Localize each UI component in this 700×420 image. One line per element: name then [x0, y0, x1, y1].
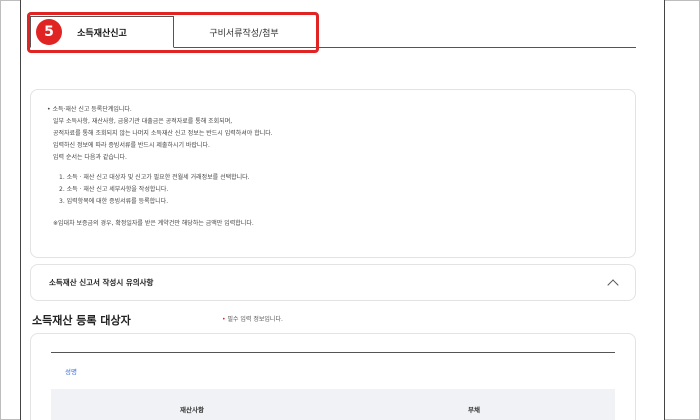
- tab-highlight-box: [27, 12, 319, 53]
- required-mark: •: [222, 316, 226, 323]
- name-field-label: 성명: [65, 368, 77, 376]
- info-steps: 1. 소득 · 재산 신고 대상자 및 신고가 필요한 전월세 거래정보를 선택…: [47, 172, 619, 208]
- required-note-text: 필수 입력 정보입니다.: [227, 316, 283, 323]
- precautions-accordion[interactable]: 소득재산 신고서 작성시 유의사항: [30, 264, 636, 301]
- info-note: ※임대차 보증금의 경우, 확정일자를 받은 계약건만 해당하는 금액만 입력합…: [53, 220, 254, 227]
- column-header-debt: 부채: [468, 406, 480, 414]
- info-line: 공적자료를 통해 조회되지 않는 나머지 소득재산 신고 정보는 반드시 입력하…: [53, 130, 273, 137]
- column-header-assets: 재산사항: [180, 406, 204, 414]
- chevron-up-icon[interactable]: [607, 278, 619, 291]
- section-title: 소득재산 등록 대상자: [32, 314, 131, 327]
- registrant-card: 성명 재산사항 부채: [30, 333, 636, 420]
- info-line: 일부 소득사항, 재산사항, 금융기관 대출금은 공적자료를 통해 조회되며,: [53, 118, 233, 125]
- step-number-badge: 5: [36, 19, 62, 45]
- info-line: • 소득·재산 신고 등록단계입니다.: [47, 106, 132, 113]
- info-line: 입력하신 정보에 따라 증빙서류를 반드시 제출하시기 바랍니다.: [53, 142, 210, 149]
- info-notice-box: • 소득·재산 신고 등록단계입니다. 일부 소득사항, 재산사항, 금융기관 …: [30, 89, 636, 258]
- card-divider: [51, 352, 615, 353]
- info-step: 3. 입력항목에 대한 증빙서류를 등록합니다.: [59, 198, 169, 205]
- accordion-title: 소득재산 신고서 작성시 유의사항: [49, 278, 154, 287]
- info-step: 2. 소득 · 재산 신고 세부사항을 작성합니다.: [59, 186, 169, 193]
- required-note: • 필수 입력 정보입니다.: [222, 314, 283, 323]
- table-header: 재산사항 부채: [51, 389, 615, 420]
- info-step: 1. 소득 · 재산 신고 대상자 및 신고가 필요한 전월세 거래정보를 선택…: [59, 174, 250, 181]
- info-line: 입력 순서는 다음과 같습니다.: [53, 154, 127, 161]
